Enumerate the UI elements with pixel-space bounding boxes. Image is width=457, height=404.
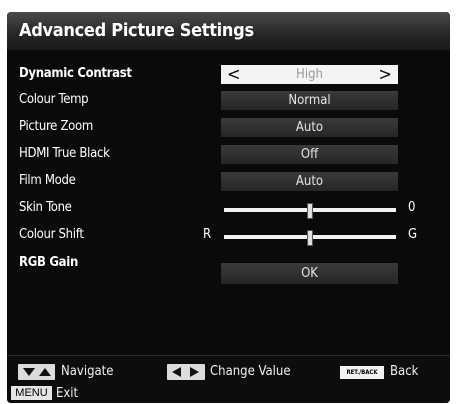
page-title: Advanced Picture Settings bbox=[19, 20, 254, 41]
navigate-hint: Navigate bbox=[61, 364, 114, 379]
colour-temp-label: Colour Temp bbox=[19, 92, 89, 107]
left-right-key bbox=[167, 364, 205, 380]
skin-tone-label: Skin Tone bbox=[19, 200, 72, 215]
change-value-hint: Change Value bbox=[210, 364, 291, 379]
dynamic-contrast-selector[interactable]: < High > bbox=[221, 65, 398, 84]
arrow-left-icon bbox=[172, 367, 181, 377]
arrow-up-icon bbox=[39, 368, 51, 376]
dynamic-contrast-label: Dynamic Contrast bbox=[19, 66, 132, 81]
chevron-right-icon[interactable]: > bbox=[378, 65, 392, 84]
colour-shift-slider[interactable] bbox=[224, 230, 396, 246]
footer-help-bar: Navigate Change Value RET./BACK Back MEN… bbox=[7, 355, 450, 403]
picture-zoom-value[interactable]: Auto bbox=[221, 118, 398, 137]
back-key: RET./BACK bbox=[340, 366, 384, 379]
colour-shift-label: Colour Shift bbox=[19, 227, 84, 242]
colour-shift-left-label: R bbox=[203, 227, 212, 242]
title-bar: Advanced Picture Settings bbox=[7, 12, 450, 50]
arrow-right-icon bbox=[190, 367, 199, 377]
skin-tone-value: 0 bbox=[408, 200, 416, 215]
rgb-gain-label: RGB Gain bbox=[19, 255, 79, 270]
rgb-gain-ok-button[interactable]: OK bbox=[221, 263, 398, 284]
navigate-key bbox=[18, 364, 55, 380]
hdmi-true-black-label: HDMI True Black bbox=[19, 146, 110, 161]
advanced-picture-settings-window: Advanced Picture Settings Dynamic Contra… bbox=[7, 12, 450, 403]
menu-key: MENU bbox=[11, 386, 52, 400]
back-hint: Back bbox=[390, 364, 419, 379]
film-mode-value[interactable]: Auto bbox=[221, 172, 398, 191]
arrow-down-icon bbox=[23, 368, 35, 376]
film-mode-label: Film Mode bbox=[19, 173, 76, 188]
dynamic-contrast-value: High bbox=[296, 67, 323, 82]
hdmi-true-black-value[interactable]: Off bbox=[221, 145, 398, 164]
picture-zoom-label: Picture Zoom bbox=[19, 119, 93, 134]
skin-tone-slider[interactable] bbox=[224, 203, 396, 219]
colour-temp-value[interactable]: Normal bbox=[221, 91, 398, 110]
chevron-left-icon[interactable]: < bbox=[227, 65, 241, 84]
colour-shift-right-label: G bbox=[408, 227, 418, 242]
colour-shift-slider-handle[interactable] bbox=[307, 230, 313, 246]
exit-hint: Exit bbox=[56, 386, 79, 401]
skin-tone-slider-handle[interactable] bbox=[307, 203, 313, 219]
